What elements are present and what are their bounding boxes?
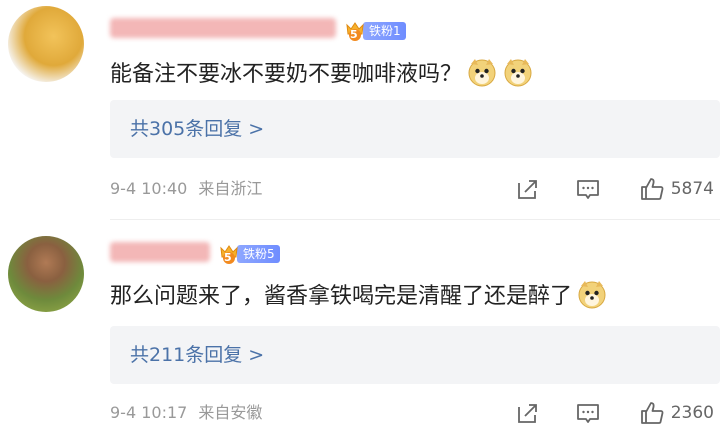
thumbs-up-icon [640, 178, 664, 200]
share-button[interactable] [515, 400, 541, 426]
comment-text: 那么问题来了，酱香拿铁喝完是清醒了还是醉了 [110, 276, 608, 312]
thumbs-up-icon [640, 402, 664, 424]
username[interactable]: ███████ [110, 242, 210, 262]
comment-text-content: 那么问题来了，酱香拿铁喝完是清醒了还是醉了 [110, 284, 573, 309]
comment-time: 9-4 10:17 [110, 403, 188, 422]
fan-level-number: 5 [224, 251, 232, 264]
doge-emoji-icon [466, 56, 498, 88]
comment-actions: 5874 [515, 176, 720, 202]
view-replies-link[interactable]: 共305条回复 > [130, 117, 264, 141]
comment-time: 9-4 10:40 [110, 179, 188, 198]
username[interactable]: █████████████ [110, 18, 336, 38]
comment-location: 来自安徽 [198, 403, 263, 422]
like-button[interactable]: 2360 [639, 400, 720, 426]
fan-level-number: 5 [350, 28, 358, 41]
replies-box[interactable]: 共211条回复 > [110, 326, 720, 384]
comment-button[interactable] [575, 400, 601, 426]
comment-icon [576, 180, 599, 199]
fan-level-medal-icon: 5 [344, 20, 366, 42]
share-icon [517, 180, 537, 199]
comment-location: 来自浙江 [198, 179, 263, 198]
comment-meta: 9-4 10:40 来自浙江 [110, 178, 262, 200]
like-button[interactable]: 5874 [639, 176, 720, 202]
comment-divider [110, 219, 720, 220]
fan-badge[interactable]: 5 铁粉5 [218, 243, 280, 265]
comment-button[interactable] [575, 176, 601, 202]
view-replies-link[interactable]: 共211条回复 > [130, 343, 264, 367]
comment-text-content: 能备注不要冰不要奶不要咖啡液吗？ [110, 62, 463, 87]
replies-box[interactable]: 共305条回复 > [110, 100, 720, 158]
share-button[interactable] [515, 176, 541, 202]
doge-emoji-icon [576, 278, 608, 310]
fan-badge[interactable]: 5 铁粉1 [344, 20, 406, 42]
comment-meta: 9-4 10:17 来自安徽 [110, 402, 262, 424]
fan-badge-label: 铁粉5 [237, 245, 280, 263]
fan-badge-label: 铁粉1 [363, 22, 406, 40]
share-icon [517, 404, 537, 423]
like-count: 5874 [670, 179, 714, 199]
comment-actions: 2360 [515, 400, 720, 426]
doge-emoji-icon [502, 56, 534, 88]
avatar[interactable] [8, 236, 84, 312]
avatar[interactable] [8, 6, 84, 82]
fan-level-medal-icon: 5 [218, 243, 240, 265]
comment-icon [576, 404, 599, 423]
comment-text: 能备注不要冰不要奶不要咖啡液吗？ [110, 54, 534, 90]
like-count: 2360 [670, 403, 714, 423]
